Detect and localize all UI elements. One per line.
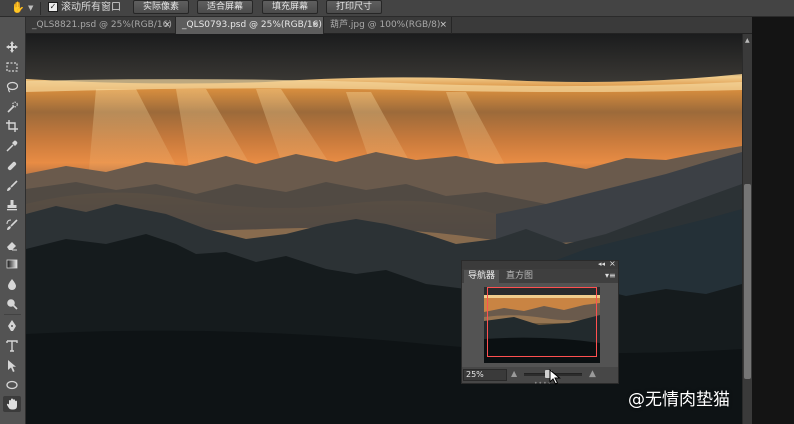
print-size-button[interactable]: 打印尺寸 (326, 0, 382, 14)
clone-stamp-tool[interactable] (3, 197, 21, 213)
navigator-panel: ◂◂ × 导航器 直方图 ▾≡ 25% ▲ ▲ •••• (461, 259, 619, 387)
scroll-up-arrow-icon[interactable]: ▲ (745, 37, 750, 44)
document-tab-bar: _QLS8821.psd @ 25%(RGB/16) × _QLS0793.ps… (26, 17, 794, 34)
dodge-icon (7, 299, 18, 310)
eyedropper-tool[interactable] (3, 138, 21, 154)
type-icon (6, 340, 18, 352)
shape-tool[interactable] (3, 377, 21, 393)
close-icon[interactable]: × (439, 17, 447, 34)
actual-pixels-button[interactable]: 实际像素 (133, 0, 189, 14)
blur-icon (8, 279, 16, 290)
panel-header[interactable]: ◂◂ × (462, 259, 618, 269)
options-bar: ✋ ▼ ✓ 滚动所有窗口 实际像素 适合屏幕 填充屏幕 打印尺寸 (0, 0, 794, 17)
healing-brush-icon (7, 161, 17, 171)
options-divider (40, 2, 41, 15)
view-proxy-rectangle[interactable] (487, 287, 597, 357)
gradient-tool[interactable] (3, 256, 21, 272)
eraser-icon (7, 242, 17, 251)
vertical-scrollbar[interactable]: ▲ (742, 34, 752, 424)
eraser-tool[interactable] (3, 237, 21, 253)
shape-icon (6, 380, 18, 390)
tab-qls0793[interactable]: _QLS0793.psd @ 25%(RGB/16) × (176, 17, 324, 34)
brush-icon (7, 180, 18, 191)
quick-select-tool[interactable] (3, 99, 21, 115)
tab-navigator[interactable]: 导航器 (464, 270, 500, 283)
zoom-in-icon[interactable]: ▲ (589, 368, 596, 380)
quick-select-icon (7, 101, 18, 113)
hand-tool-icon[interactable]: ✋ (11, 1, 25, 15)
history-brush-icon (6, 219, 18, 230)
pen-tool[interactable] (3, 318, 21, 334)
toolbar-divider (4, 314, 21, 315)
document-canvas[interactable] (26, 34, 742, 424)
scroll-thumb[interactable] (744, 184, 751, 379)
dodge-tool[interactable] (3, 296, 21, 312)
move-icon (6, 41, 18, 53)
hand-icon (6, 398, 17, 410)
gradient-icon (6, 259, 18, 269)
brush-tool[interactable] (3, 178, 21, 194)
tools-panel (0, 17, 26, 424)
eyedropper-icon (6, 140, 18, 152)
right-panel-strip (752, 17, 794, 424)
fit-screen-button[interactable]: 适合屏幕 (197, 0, 253, 14)
collapse-icon[interactable]: ◂◂ (598, 259, 605, 269)
navigator-thumbnail[interactable] (484, 287, 600, 363)
scroll-all-windows-label: 滚动所有窗口 (61, 2, 121, 13)
tab-histogram[interactable]: 直方图 (502, 270, 537, 283)
mouse-cursor-icon (549, 369, 561, 385)
panel-tab-bar: 导航器 直方图 ▾≡ (462, 269, 618, 283)
zoom-field[interactable]: 25% (463, 369, 507, 381)
crop-tool[interactable] (3, 118, 21, 134)
blur-tool[interactable] (3, 276, 21, 292)
close-icon[interactable]: × (163, 17, 171, 34)
navigator-footer: 25% ▲ ▲ •••• (462, 367, 618, 387)
move-tool[interactable] (3, 39, 21, 55)
history-brush-tool[interactable] (3, 217, 21, 233)
tab-label: _QLS8821.psd @ 25%(RGB/16) (32, 20, 172, 30)
path-select-icon (8, 360, 16, 372)
tab-label: 葫芦.jpg @ 100%(RGB/8) (330, 20, 441, 30)
zoom-out-icon[interactable]: ▲ (511, 368, 517, 380)
crop-icon (6, 120, 18, 132)
close-icon[interactable]: × (311, 17, 319, 34)
watermark-text: @无情肉垫猫 (628, 390, 730, 410)
lasso-icon (6, 81, 18, 93)
tool-preset-chevron-down-icon[interactable]: ▼ (28, 1, 33, 15)
panel-menu-icon[interactable]: ▾≡ (605, 269, 616, 283)
path-select-tool[interactable] (3, 358, 21, 374)
scroll-all-windows-checkbox[interactable]: ✓ (48, 2, 58, 12)
healing-brush-tool[interactable] (3, 158, 21, 174)
tab-qls8821[interactable]: _QLS8821.psd @ 25%(RGB/16) × (26, 17, 176, 34)
type-tool[interactable] (3, 338, 21, 354)
clone-stamp-icon (7, 200, 17, 211)
marquee-tool[interactable] (3, 59, 21, 75)
landscape-photo (26, 34, 742, 424)
marquee-icon (6, 62, 18, 72)
photoshop-window: ✋ ▼ ✓ 滚动所有窗口 实际像素 适合屏幕 填充屏幕 打印尺寸 _QLS882… (0, 0, 794, 424)
pen-icon (8, 320, 16, 331)
lasso-tool[interactable] (3, 79, 21, 95)
tab-label: _QLS0793.psd @ 25%(RGB/16) (182, 20, 322, 30)
hand-tool[interactable] (3, 396, 21, 412)
close-icon[interactable]: × (609, 259, 616, 269)
fill-screen-button[interactable]: 填充屏幕 (262, 0, 318, 14)
tab-hulu-jpg[interactable]: 葫芦.jpg @ 100%(RGB/8) × (324, 17, 452, 34)
